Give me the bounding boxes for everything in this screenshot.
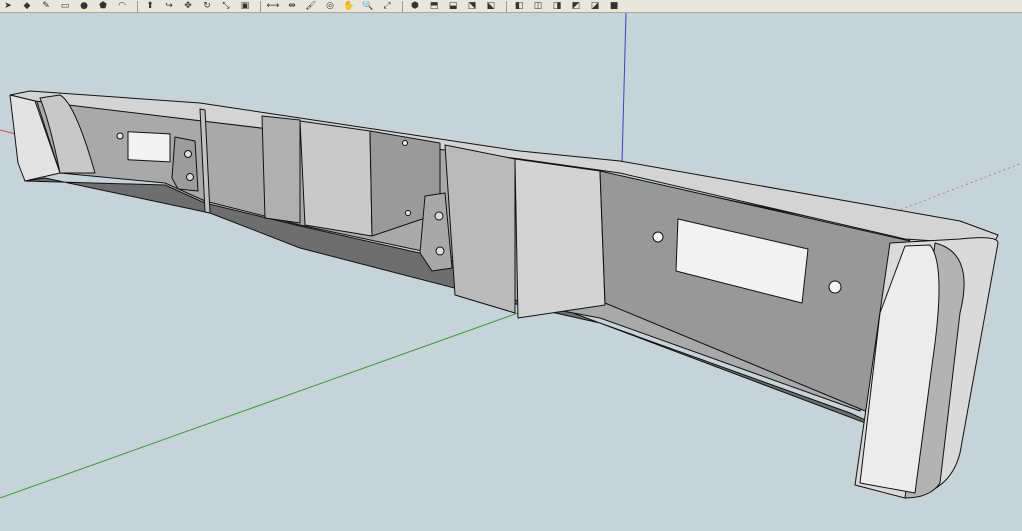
zoom-icon: 🔍 xyxy=(362,0,374,11)
scale-button[interactable]: ⤡ xyxy=(218,1,234,12)
divider-3 xyxy=(299,120,373,237)
right-hole xyxy=(652,231,664,243)
toolbar-separator xyxy=(137,0,138,12)
bracket-hole xyxy=(184,150,192,158)
right-view-button[interactable]: ⬔ xyxy=(464,1,480,12)
iso-view-button[interactable]: ⬢ xyxy=(407,1,423,12)
arc-icon: ◠ xyxy=(118,0,126,11)
left-window xyxy=(127,131,171,163)
xray-button[interactable]: ◧ xyxy=(511,1,527,12)
hidden-line-button[interactable]: ◨ xyxy=(549,1,565,12)
zoom-button[interactable]: 🔍 xyxy=(360,1,376,12)
back-view-button[interactable]: ⬕ xyxy=(483,1,499,12)
orbit-button[interactable]: ◎ xyxy=(322,1,338,12)
zoom-extents-button[interactable]: ⤢ xyxy=(379,1,395,12)
pan-button[interactable]: ✋ xyxy=(341,1,357,12)
offset-icon: ▣ xyxy=(240,0,250,11)
move-icon: ✥ xyxy=(184,0,192,11)
rectangle-icon: ▭ xyxy=(60,0,70,11)
shaded-icon: ◩ xyxy=(571,0,581,11)
mount-hole xyxy=(405,210,411,216)
shaded-button[interactable]: ◩ xyxy=(568,1,584,12)
model-canvas[interactable] xyxy=(0,13,1022,531)
dimension-button[interactable]: ⇹ xyxy=(284,1,300,12)
toolbar-separator xyxy=(402,0,403,12)
eraser-icon: ◆ xyxy=(23,0,31,11)
bracket-hole xyxy=(434,211,444,221)
top-view-button[interactable]: ⬒ xyxy=(426,1,442,12)
pencil-button[interactable]: ✎ xyxy=(38,1,54,12)
toolbar-separator xyxy=(260,0,261,12)
rotate-icon: ↻ xyxy=(203,0,211,11)
wireframe-button[interactable]: ◫ xyxy=(530,1,546,12)
back-view-icon: ⬕ xyxy=(486,0,496,11)
move-button[interactable]: ✥ xyxy=(180,1,196,12)
bracket-hole xyxy=(186,173,194,181)
paint-bucket-icon: 🖌 xyxy=(305,0,317,11)
hidden-line-icon: ◨ xyxy=(552,0,562,11)
toolbar-separator xyxy=(506,0,507,12)
push-pull-button[interactable]: ⬆ xyxy=(142,1,158,12)
paint-bucket-button[interactable]: 🖌 xyxy=(303,1,319,12)
rectangle-button[interactable]: ▭ xyxy=(57,1,73,12)
blue-axis xyxy=(621,13,627,164)
top-view-icon: ⬒ xyxy=(429,0,439,11)
polygon-icon: ⬟ xyxy=(99,0,107,11)
orbit-icon: ◎ xyxy=(326,0,334,11)
divider-6 xyxy=(514,158,606,319)
polygon-button[interactable]: ⬟ xyxy=(95,1,111,12)
xray-icon: ◧ xyxy=(514,0,524,11)
bracket-hole xyxy=(435,246,445,256)
shaded-textures-icon: ◪ xyxy=(590,0,600,11)
tape-measure-button[interactable]: ⟷ xyxy=(265,1,281,12)
wireframe-icon: ◫ xyxy=(533,0,543,11)
arc-button[interactable]: ◠ xyxy=(114,1,130,12)
circle-icon: ● xyxy=(80,0,88,11)
scale-icon: ⤡ xyxy=(222,0,230,11)
rotate-button[interactable]: ↻ xyxy=(199,1,215,12)
dimension-icon: ⇹ xyxy=(288,0,296,11)
bumper-model[interactable] xyxy=(9,90,999,499)
iso-view-icon: ⬢ xyxy=(411,0,419,11)
monochrome-button[interactable]: ■ xyxy=(606,1,622,12)
select-arrow-button[interactable]: ➤ xyxy=(0,1,16,12)
left-hole xyxy=(116,132,124,140)
eraser-button[interactable]: ◆ xyxy=(19,1,35,12)
monochrome-icon: ■ xyxy=(609,0,619,11)
follow-me-button[interactable]: ↪ xyxy=(161,1,177,12)
green-axis xyxy=(0,297,561,499)
divider-2 xyxy=(261,115,301,224)
front-view-icon: ⬓ xyxy=(448,0,458,11)
zoom-extents-icon: ⤢ xyxy=(383,0,391,11)
front-view-button[interactable]: ⬓ xyxy=(445,1,461,12)
tape-measure-icon: ⟷ xyxy=(266,0,280,11)
left-bracket xyxy=(171,136,199,192)
pan-icon: ✋ xyxy=(343,0,355,11)
circle-button[interactable]: ● xyxy=(76,1,92,12)
pencil-icon: ✎ xyxy=(42,0,50,11)
sketchup-toolbar: ➤ ◆ ✎ ▭ ● ⬟ ◠ ⬆ ↪ ✥ ↻ ⤡ ▣ ⟷ ⇹ 🖌 ◎ ✋ 🔍 ⤢ ⬢ ⬒ ⬓ ⬔ ⬕ ◧ ◫ ◨ ◩ ◪ ■ xyxy=(0,0,1022,13)
mount-hole xyxy=(402,140,408,146)
right-hole xyxy=(828,280,842,294)
push-pull-icon: ⬆ xyxy=(146,0,154,11)
divider-5 xyxy=(444,144,516,314)
shaded-textures-button[interactable]: ◪ xyxy=(587,1,603,12)
follow-me-icon: ↪ xyxy=(165,0,173,11)
select-arrow-icon: ➤ xyxy=(4,0,12,11)
right-view-icon: ⬔ xyxy=(467,0,477,11)
offset-button[interactable]: ▣ xyxy=(237,1,253,12)
3d-viewport[interactable] xyxy=(0,13,1022,531)
